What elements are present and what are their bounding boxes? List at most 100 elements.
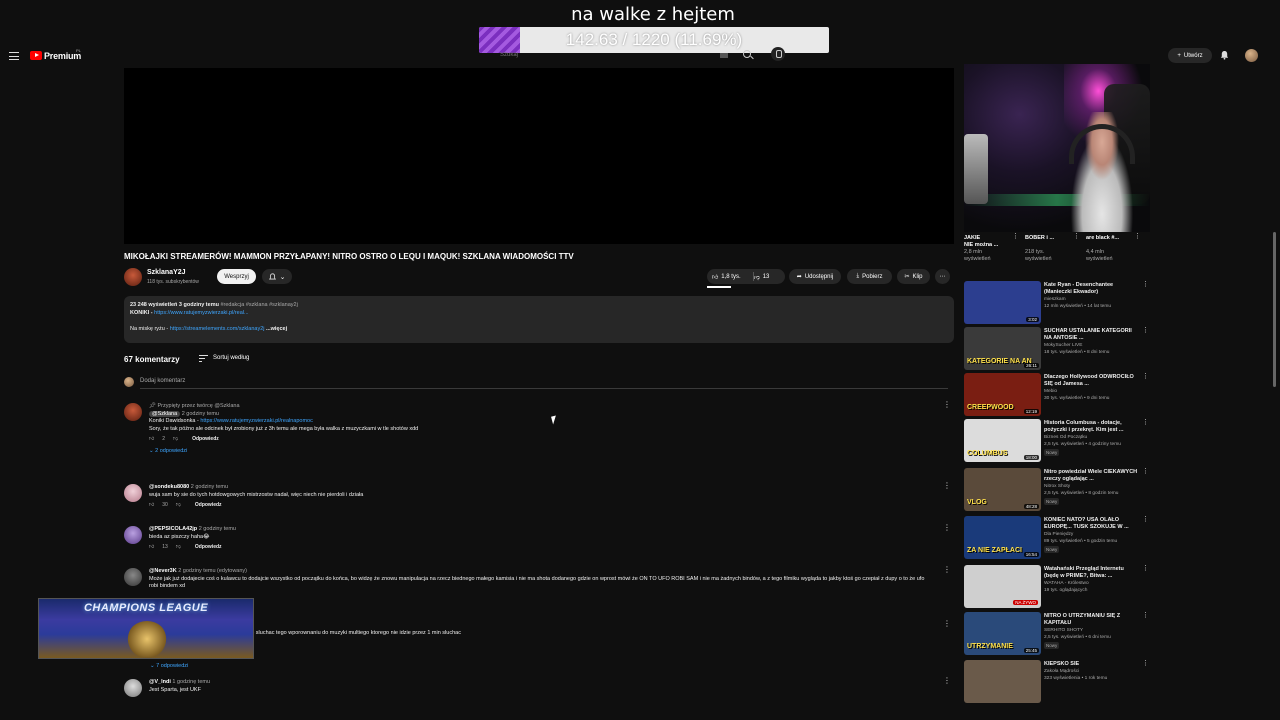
suggestion-more-icon[interactable]: ⋮ <box>1142 419 1149 426</box>
suggestion-more-icon[interactable]: ⋮ <box>1142 516 1149 523</box>
suggestion-more-icon[interactable]: ⋮ <box>1142 565 1149 572</box>
sort-icon[interactable] <box>199 355 208 362</box>
suggestion-item[interactable]: KATEGORIE NA AN 26:11 SUCHAR USTALANIE KAT… <box>964 327 1149 371</box>
thumbs-down-icon[interactable]: 👎︎ <box>754 273 760 281</box>
support-button[interactable]: Wesprzyj <box>217 269 256 284</box>
comment-link[interactable]: https://www.ratujemyzwierzaki.pl/realnap… <box>200 418 313 424</box>
hamburger-menu-icon[interactable] <box>9 52 19 60</box>
sort-button[interactable]: Sortuj według <box>213 355 249 361</box>
search-icon[interactable] <box>743 50 751 58</box>
youtube-logo-icon[interactable] <box>30 51 42 60</box>
suggestion-more-icon[interactable]: ⋮ <box>1142 612 1149 619</box>
description-more-link[interactable]: ...więcej <box>266 326 287 332</box>
comment-more-icon[interactable]: ⋮ <box>943 677 951 689</box>
comment-reply-button[interactable]: Odpowiedz <box>195 502 222 510</box>
suggestion-more-icon[interactable]: ⋮ <box>1142 327 1149 334</box>
description-line1-link[interactable]: https://www.ratujemyzwierzaki.pl/real... <box>154 310 248 316</box>
comment-more-icon[interactable]: ⋮ <box>943 401 951 413</box>
comment-more-icon[interactable]: ⋮ <box>943 566 951 578</box>
short-views: 2,8 mln <box>964 249 983 255</box>
short-more-icon[interactable]: ⋮ <box>1134 232 1141 240</box>
notifications-bell-icon[interactable] <box>1220 50 1229 60</box>
clip-button[interactable]: ✂ Klip <box>897 269 930 284</box>
comment-author[interactable]: @Szklana <box>149 410 181 417</box>
suggestion-meta: 30 tys. wyświetleń • 9 dni temu <box>1044 395 1110 401</box>
suggestion-item[interactable]: NA ŻYWO Watahański Przegląd Internetu (bę… <box>964 565 1149 609</box>
comment-avatar[interactable] <box>124 679 142 697</box>
comment-author[interactable]: @Never3K <box>149 568 177 574</box>
account-avatar[interactable] <box>1245 49 1258 62</box>
suggestion-thumbnail[interactable]: VLOG 48:28 <box>964 468 1041 511</box>
comment-time[interactable]: 2 godziny temu <box>182 411 219 417</box>
channel-avatar[interactable] <box>124 268 142 286</box>
comment-dislike-icon[interactable]: 👎︎ <box>173 436 178 444</box>
comment-like-icon[interactable]: 👍︎ <box>149 502 154 510</box>
description-line2-link[interactable]: https://streamelements.com/szklanay2j <box>170 326 265 332</box>
comment-more-icon[interactable]: ⋮ <box>943 524 951 536</box>
suggestion-item[interactable]: VLOG 48:28 Nitro powiedział Wiele CIEKAWYC… <box>964 468 1149 512</box>
comment-author[interactable]: @PEPSICOLA42jp <box>149 526 197 532</box>
suggestion-thumbnail[interactable] <box>964 660 1041 703</box>
video-title: MIKOŁAJKI STREAMERÓW! MAMMON PRZYŁAPANY!… <box>124 252 574 261</box>
suggestion-more-icon[interactable]: ⋮ <box>1142 281 1149 288</box>
suggestion-thumbnail[interactable]: COLUMBUS 18:00 <box>964 419 1041 462</box>
comment-more-icon[interactable]: ⋮ <box>943 482 951 494</box>
comment-author[interactable]: @sondeku8080 <box>149 484 189 490</box>
comment-time[interactable]: 1 godzinę temu <box>172 679 210 685</box>
share-button[interactable]: ➦ Udostępnij <box>789 269 841 284</box>
comment-avatar[interactable] <box>124 403 142 421</box>
create-button[interactable]: + Utwórz <box>1168 48 1212 63</box>
comment-more-icon[interactable]: ⋮ <box>943 620 951 632</box>
comment-reply-button[interactable]: Odpowiedz <box>192 436 219 444</box>
comment-avatar[interactable] <box>124 484 142 502</box>
video-player[interactable] <box>124 68 954 244</box>
comment-like-icon[interactable]: 👍︎ <box>149 436 154 444</box>
comment-author[interactable]: @V_lndi <box>149 679 171 685</box>
suggestion-more-icon[interactable]: ⋮ <box>1142 373 1149 380</box>
video-description[interactable]: 23 248 wyświetleń 3 godziny temu #redakc… <box>124 296 954 343</box>
suggestion-thumbnail[interactable]: UTRZYMANIE 25:45 <box>964 612 1041 655</box>
comment-reply-button[interactable]: Odpowiedz <box>195 544 222 552</box>
suggestion-duration: 25:45 <box>1023 648 1039 653</box>
search-input[interactable] <box>495 48 758 62</box>
keyboard-icon[interactable] <box>720 53 728 58</box>
channel-name[interactable]: SzklanaY2J <box>147 269 186 276</box>
like-button[interactable]: 👍︎ 1,8 tys. 👎︎ 13 <box>707 269 785 284</box>
short-views-label: wyświetleń <box>964 256 991 262</box>
comment-dislike-icon[interactable]: 👎︎ <box>176 544 181 552</box>
suggestion-info: Nitro powiedział Wiele CIEKAWYCH rzeczy … <box>1044 469 1140 506</box>
replies-toggle[interactable]: ⌄ 2 odpowiedzi <box>149 448 930 456</box>
suggestion-item[interactable]: ZA NIE ZAPŁACI 16:54 KONIEC NATO? USA OLAŁ… <box>964 516 1149 560</box>
suggestion-more-icon[interactable]: ⋮ <box>1142 660 1149 667</box>
suggestion-item[interactable]: CREEPWOOD 12:19 Dlaczego Hollywood ODWRÓCI… <box>964 373 1149 417</box>
comment-avatar[interactable] <box>124 568 142 586</box>
suggestion-thumbnail[interactable]: KATEGORIE NA AN 26:11 <box>964 327 1041 370</box>
short-more-icon[interactable]: ⋮ <box>1073 232 1080 240</box>
suggestion-info: Kate Ryan - Desenchantee (Manieczki Ekwa… <box>1044 282 1140 310</box>
more-actions-button[interactable]: ⋯ <box>935 269 950 284</box>
suggestion-item[interactable]: KIEPSKO SIE Zakoła Mądrości 323 wyświetlen… <box>964 660 1149 704</box>
suggestion-title: Dlaczego Hollywood ODWRÓCIŁO SIĘ od Jame… <box>1044 374 1134 387</box>
comment-like-icon[interactable]: 👍︎ <box>149 544 154 552</box>
suggestion-thumbnail[interactable]: 3:02 <box>964 281 1041 324</box>
comment-dislike-icon[interactable]: 👎︎ <box>176 502 181 510</box>
suggestion-thumbnail[interactable]: CREEPWOOD 12:19 <box>964 373 1041 416</box>
comment-time[interactable]: 2 godziny temu <box>199 526 236 532</box>
suggestion-thumbnail[interactable]: ZA NIE ZAPŁACI 16:54 <box>964 516 1041 559</box>
add-comment-input[interactable]: Dodaj komentarz <box>140 378 185 384</box>
page-scrollbar[interactable] <box>1273 232 1276 387</box>
suggestion-item[interactable]: UTRZYMANIE 25:45 NITRO O UTRZYMANIU SIĘ Z … <box>964 612 1149 656</box>
comment-time[interactable]: 2 godziny temu (edytowany) <box>178 568 247 574</box>
suggestion-more-icon[interactable]: ⋮ <box>1142 468 1149 475</box>
suggestion-thumbnail[interactable]: NA ŻYWO <box>964 565 1041 608</box>
download-button[interactable]: ⤓ Pobierz <box>847 269 892 284</box>
replies-toggle[interactable]: ⌄ 7 odpowiedzi <box>150 663 188 669</box>
short-more-icon[interactable]: ⋮ <box>1012 232 1019 240</box>
suggestion-item[interactable]: 3:02 Kate Ryan - Desenchantee (Manieczki … <box>964 281 1149 325</box>
subscription-bell-button[interactable]: ⌄ <box>262 269 292 284</box>
suggestion-item[interactable]: COLUMBUS 18:00 Historia Columbusa - dotacj… <box>964 419 1149 463</box>
comment-time[interactable]: 2 godziny temu <box>191 484 228 490</box>
microphone-icon[interactable] <box>771 47 785 61</box>
comment-avatar[interactable] <box>124 526 142 544</box>
description-tags[interactable]: #redakcja #szklana #szklanay2j <box>220 302 297 308</box>
